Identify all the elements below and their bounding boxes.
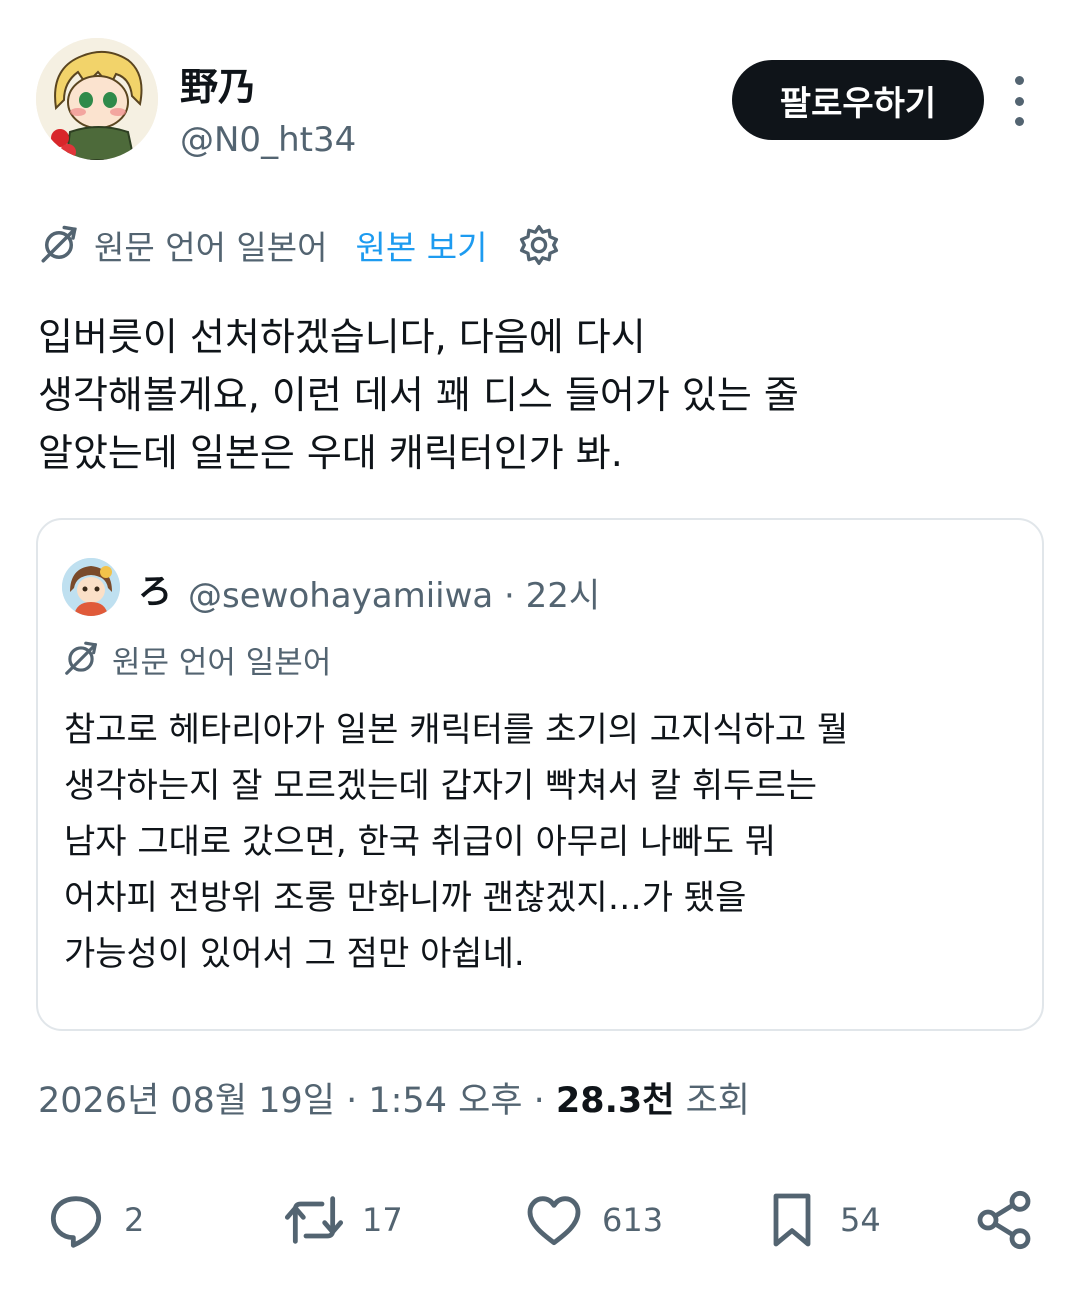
tweet-line: 알았는데 일본은 우대 캐릭터인가 봐. — [38, 431, 623, 475]
avatar-illustration — [62, 558, 120, 616]
more-options-icon[interactable] — [1004, 76, 1034, 126]
quoted-line: 남자 그대로 갔으면, 한국 취급이 아무리 나빠도 뭐 — [64, 822, 777, 862]
author-name[interactable]: 野乃 — [180, 56, 256, 111]
tweet-meta: 2026년 08월 19일 · 1:54 오후 · 28.3천 조회 — [38, 1072, 750, 1123]
quoted-line: 어차피 전방위 조롱 만화니까 괜찮겠지…가 됐을 — [64, 878, 747, 918]
tweet-line: 생각해볼게요, 이런 데서 꽤 디스 들어가 있는 줄 — [38, 373, 799, 417]
quoted-tweet[interactable]: ろ @sewohayamiiwa · 22시 원문 언어 일본어 참고로 헤타리… — [36, 518, 1044, 1031]
tweet-header: 野乃 @N0_ht34 팔로우하기 — [36, 38, 1046, 168]
quoted-line: 참고로 헤타리아가 일본 캐릭터를 초기의 고지식하고 뭘 — [64, 710, 849, 750]
translate-icon — [65, 641, 98, 675]
quoted-line: 생각하는지 잘 모르겠는데 갑자기 빡쳐서 칼 휘두르는 — [64, 766, 818, 806]
follow-button[interactable]: 팔로우하기 — [732, 60, 984, 140]
share-button[interactable] — [972, 1180, 1036, 1260]
tweet-line: 입버릇이 선처하겠습니다, 다음에 다시 — [38, 315, 646, 359]
bookmark-count: 54 — [840, 1201, 881, 1239]
quoted-author-avatar[interactable] — [62, 558, 120, 616]
heart-icon — [527, 1196, 581, 1246]
quoted-author-name[interactable]: ろ — [138, 564, 172, 613]
reply-count: 2 — [124, 1201, 145, 1239]
action-bar: 2 17 613 54 — [0, 1180, 1080, 1260]
show-original-link[interactable]: 원본 보기 — [356, 221, 488, 269]
repost-count: 17 — [362, 1201, 403, 1239]
views-label: 조회 — [685, 1081, 750, 1121]
quoted-tweet-body: 참고로 헤타리아가 일본 캐릭터를 초기의 고지식하고 뭘 생각하는지 잘 모르… — [64, 702, 1024, 982]
gear-icon[interactable] — [517, 223, 561, 267]
timestamp[interactable]: 2026년 08월 19일 · 1:54 오후 · — [38, 1081, 545, 1121]
author-avatar[interactable] — [36, 38, 158, 160]
quoted-author-meta[interactable]: @sewohayamiiwa · 22시 — [188, 568, 600, 617]
repost-icon — [284, 1196, 344, 1244]
tweet-body: 입버릇이 선처하겠습니다, 다음에 다시 생각해볼게요, 이런 데서 꽤 디스 … — [38, 308, 1038, 482]
source-language-label: 원문 언어 일본어 — [94, 228, 328, 267]
share-icon — [977, 1190, 1031, 1250]
bookmark-icon — [773, 1193, 811, 1247]
views-count: 28.3천 — [555, 1081, 675, 1121]
translation-bar: 원문 언어 일본어 원본 보기 — [38, 218, 561, 272]
quoted-source-language: 원문 언어 일본어 — [112, 644, 332, 681]
quoted-translation-bar: 원문 언어 일본어 — [62, 636, 331, 682]
avatar-illustration — [36, 38, 158, 160]
repost-button[interactable]: 17 — [282, 1180, 403, 1260]
translate-icon — [41, 225, 77, 263]
quoted-line: 가능성이 있어서 그 점만 아쉽네. — [64, 934, 525, 974]
like-count: 613 — [602, 1201, 664, 1239]
author-handle[interactable]: @N0_ht34 — [180, 120, 356, 160]
bookmark-button[interactable]: 54 — [760, 1180, 881, 1260]
reply-button[interactable]: 2 — [44, 1180, 144, 1260]
like-button[interactable]: 613 — [522, 1180, 663, 1260]
reply-icon — [50, 1196, 102, 1248]
